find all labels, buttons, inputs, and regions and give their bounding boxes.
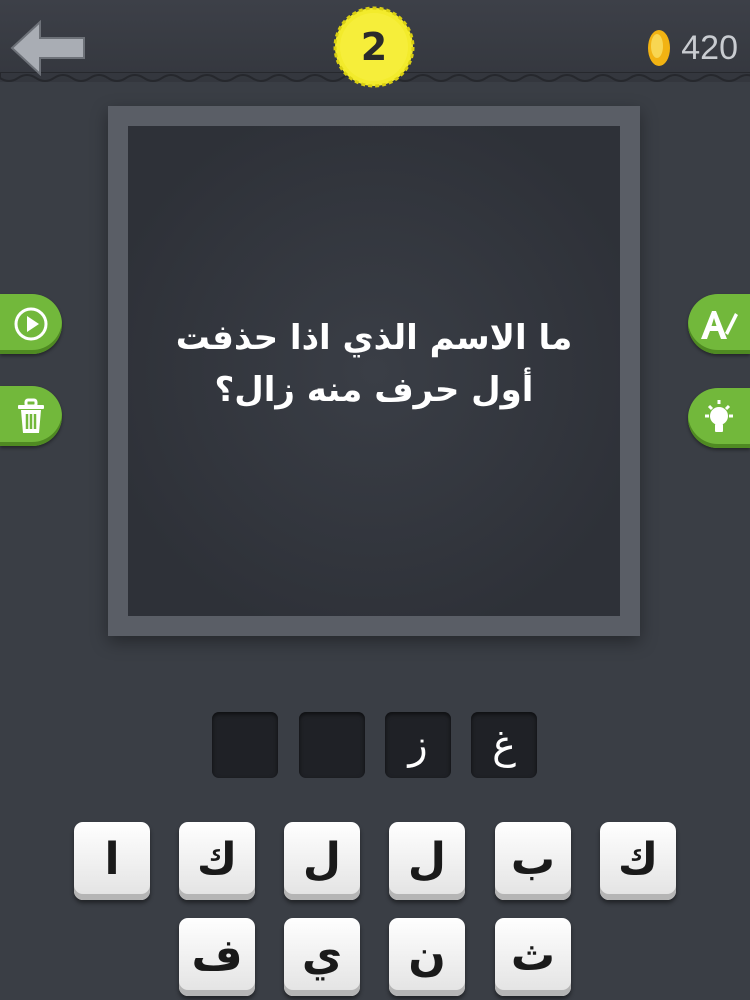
letter-key[interactable]: ا [74,822,150,900]
back-button[interactable] [10,19,86,77]
lightbulb-hint-icon [705,400,733,432]
letter-key[interactable]: ك [600,822,676,900]
back-arrow-icon [10,19,85,77]
puzzle-frame: ما الاسم الذي اذا حذفت أول حرف منه زال؟ [108,106,640,636]
letter-key[interactable]: ل [284,822,360,900]
answer-slot-2[interactable]: ز [385,712,451,778]
letter-key[interactable]: ك [179,822,255,900]
hint-button[interactable] [688,388,750,448]
answer-slot-3[interactable] [299,712,365,778]
letter-key[interactable]: ل [389,822,465,900]
answer-slot-4[interactable] [212,712,278,778]
coin-counter: 420 [647,26,738,70]
level-badge: 2 [333,6,415,88]
play-video-button[interactable] [0,294,62,354]
coin-count: 420 [681,28,738,67]
level-number: 2 [360,25,388,69]
question-line-2: أول حرف منه زال؟ [214,370,534,410]
letter-key[interactable]: ي [284,918,360,996]
play-icon [14,307,48,341]
remove-letters-button[interactable] [0,386,62,446]
letter-key[interactable]: ف [179,918,255,996]
puzzle-panel: ما الاسم الذي اذا حذفت أول حرف منه زال؟ [128,126,620,616]
letter-key[interactable]: ث [495,918,571,996]
reveal-letter-button[interactable] [688,294,750,354]
remove-letter-icon [701,311,738,339]
letter-key[interactable]: ب [495,822,571,900]
letter-key[interactable]: ن [389,918,465,996]
answer-slot-1[interactable]: غ [471,712,537,778]
gold-coin-icon [648,30,671,66]
trash-icon [18,398,44,433]
answer-slots: ز غ [212,712,542,780]
